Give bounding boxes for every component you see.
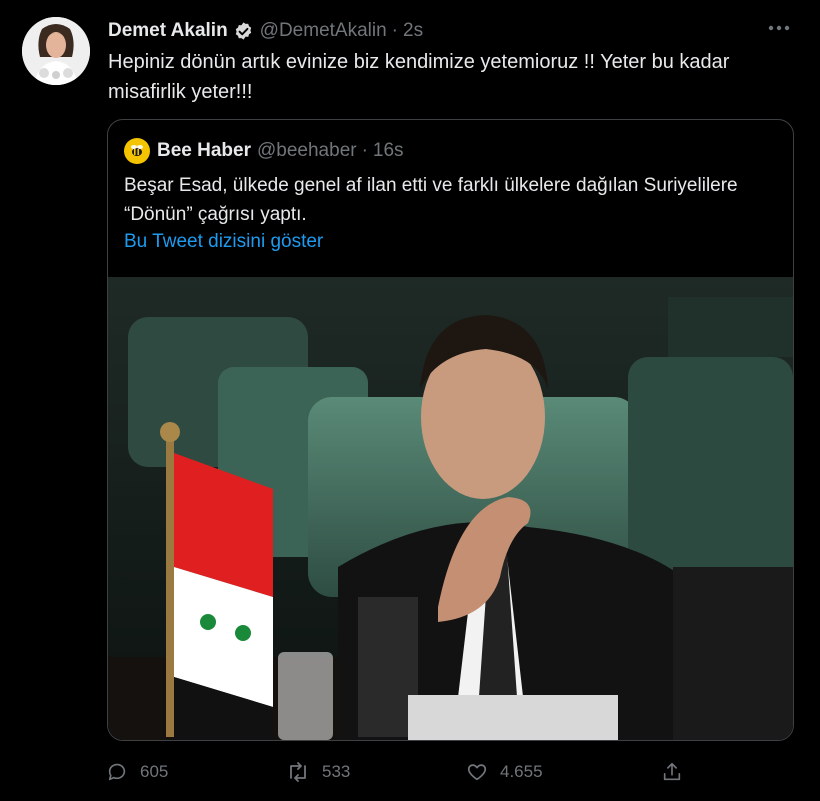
author-handle[interactable]: @DemetAkalin bbox=[260, 20, 387, 42]
quoted-tweet-header: Bee Haber @beehaber · 16s bbox=[124, 138, 404, 164]
retweet-count: 533 bbox=[322, 762, 351, 781]
reply-count: 605 bbox=[140, 762, 169, 781]
retweet-button[interactable]: 533 bbox=[286, 757, 350, 787]
quoted-author-handle[interactable]: @beehaber bbox=[257, 140, 357, 162]
quoted-tweet-text: Beşar Esad, ülkede genel af ilan etti ve… bbox=[124, 175, 738, 225]
tweet-header: Demet Akalin @DemetAkalin · 2s bbox=[108, 18, 423, 44]
quoted-tweet-photo[interactable] bbox=[108, 277, 793, 740]
show-thread-link[interactable]: Bu Tweet dizisini göster bbox=[124, 229, 323, 255]
like-button[interactable]: 4.655 bbox=[466, 757, 543, 787]
quoted-tweet[interactable]: Bee Haber @beehaber · 16s Beşar Esad, ül… bbox=[107, 119, 794, 741]
heart-icon bbox=[467, 764, 487, 781]
reply-button[interactable]: 605 bbox=[106, 757, 168, 787]
tweet-timestamp[interactable]: 2s bbox=[403, 20, 423, 42]
separator-dot: · bbox=[361, 140, 368, 161]
separator-dot: · bbox=[391, 20, 398, 41]
quoted-author-name[interactable]: Bee Haber bbox=[157, 140, 251, 162]
tweet-actions: 605 533 4.655 bbox=[106, 757, 706, 787]
retweet-icon bbox=[290, 762, 306, 782]
bee-icon[interactable] bbox=[124, 138, 150, 164]
reply-icon bbox=[108, 763, 126, 781]
author-avatar[interactable] bbox=[22, 17, 90, 85]
like-count: 4.655 bbox=[500, 762, 543, 781]
tweet-text: Hepiniz dönün artık evinize biz kendimiz… bbox=[108, 51, 730, 103]
quoted-tweet-timestamp[interactable]: 16s bbox=[373, 140, 404, 162]
author-name[interactable]: Demet Akalin bbox=[108, 20, 228, 42]
tweet[interactable]: Demet Akalin @DemetAkalin · 2s Hepiniz d… bbox=[0, 0, 820, 801]
share-button[interactable] bbox=[661, 757, 695, 787]
verified-badge-icon bbox=[233, 21, 254, 42]
author-avatar-image bbox=[22, 17, 90, 85]
ellipsis-icon[interactable] bbox=[764, 18, 794, 42]
share-icon bbox=[663, 762, 681, 781]
